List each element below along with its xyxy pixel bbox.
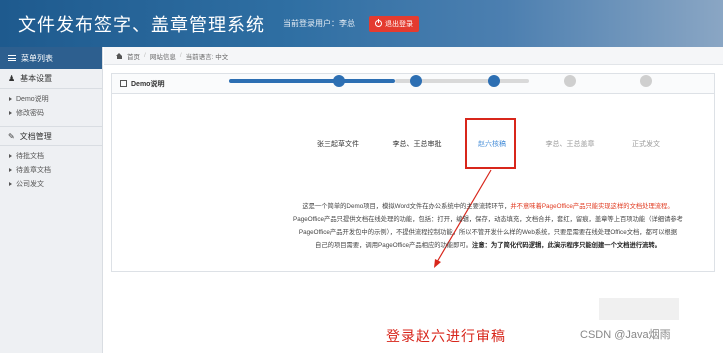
desc-warning: 并不意味着PageOffice产品只能实现这样的文档处理流程。 [510, 203, 674, 210]
desc-line: 自己的项目需要，调用PageOffice产品相应的功能即可。注意：为了简化代码逻… [315, 242, 661, 249]
blank-area [599, 298, 679, 320]
desc-line: PageOffice产品开发包中的示例），不提供流程控制功能，所以不管开发什么样… [298, 229, 678, 236]
watermark: CSDN @Java烟雨 [580, 329, 671, 341]
desc-line: PageOffice产品只提供文档在线处理的功能，包括：打开，编辑，保存，动态填… [293, 216, 683, 223]
desc-line: 这是一个简单的Demo项目，模拟Word文件在办公系统中的主要流转环节，并不意味… [302, 203, 674, 210]
demo-description: 这是一个简单的Demo项目，模拟Word文件在办公系统中的主要流转环节，并不意味… [270, 200, 706, 252]
desc-note: 注意：为了简化代码逻辑，此演示程序只能创建一个文档进行流转。 [472, 242, 661, 249]
annotation-text: 登录赵六进行审稿 [386, 329, 506, 345]
